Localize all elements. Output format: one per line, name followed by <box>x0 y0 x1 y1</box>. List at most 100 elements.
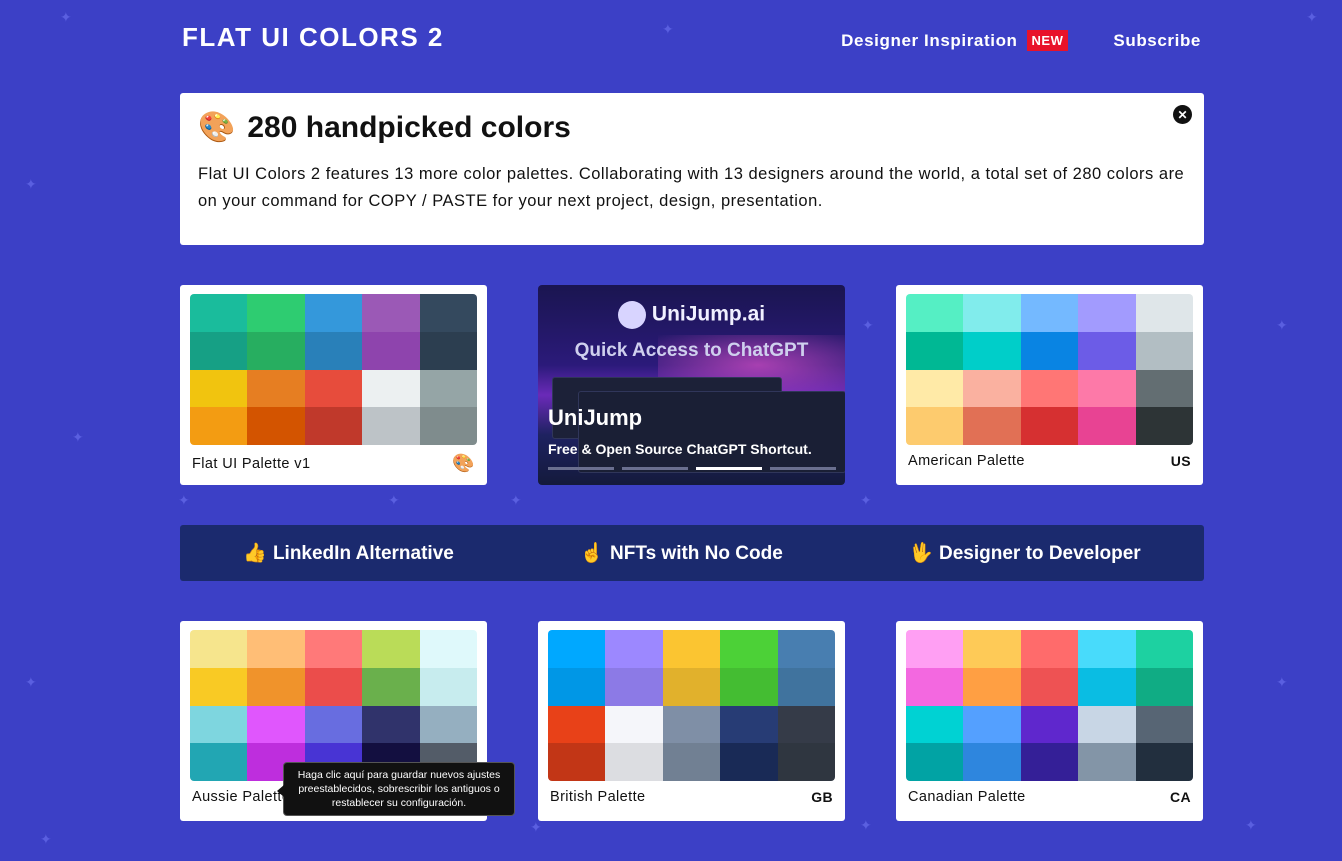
color-swatch[interactable] <box>419 294 477 332</box>
link-nfts-no-code[interactable]: ☝️ NFTs with No Code <box>580 541 782 565</box>
color-swatch[interactable] <box>304 630 363 668</box>
color-swatch[interactable] <box>1135 331 1193 370</box>
color-swatch[interactable] <box>1135 705 1193 744</box>
color-swatch[interactable] <box>190 630 248 668</box>
carousel-dot-active[interactable] <box>696 467 762 470</box>
link-linkedin-alternative[interactable]: 👍 LinkedIn Alternative <box>243 541 454 565</box>
color-swatch[interactable] <box>247 407 305 445</box>
color-swatch[interactable] <box>548 743 606 781</box>
carousel-dot[interactable] <box>548 467 614 470</box>
color-swatch[interactable] <box>777 630 835 668</box>
color-swatch[interactable] <box>362 407 420 445</box>
color-swatch[interactable] <box>190 331 248 370</box>
color-swatch[interactable] <box>777 705 835 744</box>
color-swatch[interactable] <box>419 407 477 445</box>
color-swatch[interactable] <box>1135 369 1193 408</box>
color-swatch[interactable] <box>662 705 721 744</box>
color-swatch[interactable] <box>362 369 420 408</box>
site-logo[interactable]: FLAT UI COLORS 2 <box>182 22 444 53</box>
color-swatch[interactable] <box>548 705 606 744</box>
color-swatch[interactable] <box>419 331 477 370</box>
color-swatch[interactable] <box>1078 407 1136 445</box>
palette-card-canadian[interactable]: Canadian Palette CA <box>896 621 1203 821</box>
color-swatch[interactable] <box>1020 705 1079 744</box>
color-swatch[interactable] <box>419 705 477 744</box>
color-swatch[interactable] <box>1135 630 1193 668</box>
carousel-dot[interactable] <box>770 467 836 470</box>
color-swatch[interactable] <box>1020 407 1079 445</box>
palette-card-british[interactable]: British Palette GB <box>538 621 845 821</box>
color-swatch[interactable] <box>1078 331 1136 370</box>
color-swatch[interactable] <box>906 294 964 332</box>
color-swatch[interactable] <box>362 294 420 332</box>
color-swatch[interactable] <box>1078 705 1136 744</box>
color-swatch[interactable] <box>1078 743 1136 781</box>
color-swatch[interactable] <box>963 331 1021 370</box>
color-swatch[interactable] <box>906 630 964 668</box>
color-swatch[interactable] <box>1020 369 1079 408</box>
color-swatch[interactable] <box>1020 331 1079 370</box>
color-swatch[interactable] <box>362 331 420 370</box>
close-icon[interactable]: ✕ <box>1173 105 1192 124</box>
color-swatch[interactable] <box>304 407 363 445</box>
color-swatch[interactable] <box>720 743 778 781</box>
color-swatch[interactable] <box>963 294 1021 332</box>
color-swatch[interactable] <box>1135 667 1193 706</box>
color-swatch[interactable] <box>720 630 778 668</box>
color-swatch[interactable] <box>720 705 778 744</box>
color-swatch[interactable] <box>548 667 606 706</box>
color-swatch[interactable] <box>662 667 721 706</box>
color-swatch[interactable] <box>662 743 721 781</box>
color-swatch[interactable] <box>906 407 964 445</box>
color-swatch[interactable] <box>963 369 1021 408</box>
color-swatch[interactable] <box>247 667 305 706</box>
color-swatch[interactable] <box>1020 667 1079 706</box>
color-swatch[interactable] <box>605 630 663 668</box>
color-swatch[interactable] <box>190 369 248 408</box>
color-swatch[interactable] <box>1078 294 1136 332</box>
color-swatch[interactable] <box>1135 407 1193 445</box>
color-swatch[interactable] <box>1078 630 1136 668</box>
sponsor-ad-unijump[interactable]: UniJump.ai Quick Access to ChatGPT UniJu… <box>538 285 845 485</box>
color-swatch[interactable] <box>247 630 305 668</box>
color-swatch[interactable] <box>419 630 477 668</box>
color-swatch[interactable] <box>419 667 477 706</box>
color-swatch[interactable] <box>1135 743 1193 781</box>
color-swatch[interactable] <box>419 369 477 408</box>
color-swatch[interactable] <box>247 331 305 370</box>
color-swatch[interactable] <box>1078 369 1136 408</box>
color-swatch[interactable] <box>190 294 248 332</box>
color-swatch[interactable] <box>247 705 305 744</box>
carousel-dot[interactable] <box>622 467 688 470</box>
color-swatch[interactable] <box>963 743 1021 781</box>
color-swatch[interactable] <box>304 294 363 332</box>
color-swatch[interactable] <box>190 667 248 706</box>
color-swatch[interactable] <box>1020 630 1079 668</box>
color-swatch[interactable] <box>906 743 964 781</box>
color-swatch[interactable] <box>247 369 305 408</box>
color-swatch[interactable] <box>190 705 248 744</box>
color-swatch[interactable] <box>662 630 721 668</box>
palette-card-american[interactable]: American Palette US <box>896 285 1203 485</box>
color-swatch[interactable] <box>1078 667 1136 706</box>
color-swatch[interactable] <box>605 743 663 781</box>
color-swatch[interactable] <box>304 369 363 408</box>
color-swatch[interactable] <box>190 407 248 445</box>
color-swatch[interactable] <box>777 743 835 781</box>
color-swatch[interactable] <box>304 331 363 370</box>
color-swatch[interactable] <box>304 705 363 744</box>
color-swatch[interactable] <box>963 705 1021 744</box>
color-swatch[interactable] <box>906 705 964 744</box>
color-swatch[interactable] <box>1020 294 1079 332</box>
color-swatch[interactable] <box>777 667 835 706</box>
palette-card-flat-ui-v1[interactable]: Flat UI Palette v1 🎨 <box>180 285 487 485</box>
color-swatch[interactable] <box>720 667 778 706</box>
color-swatch[interactable] <box>605 667 663 706</box>
color-swatch[interactable] <box>1020 743 1079 781</box>
color-swatch[interactable] <box>190 743 248 781</box>
color-swatch[interactable] <box>605 705 663 744</box>
nav-subscribe[interactable]: Subscribe <box>1113 31 1201 51</box>
color-swatch[interactable] <box>1135 294 1193 332</box>
color-swatch[interactable] <box>304 667 363 706</box>
color-swatch[interactable] <box>247 294 305 332</box>
